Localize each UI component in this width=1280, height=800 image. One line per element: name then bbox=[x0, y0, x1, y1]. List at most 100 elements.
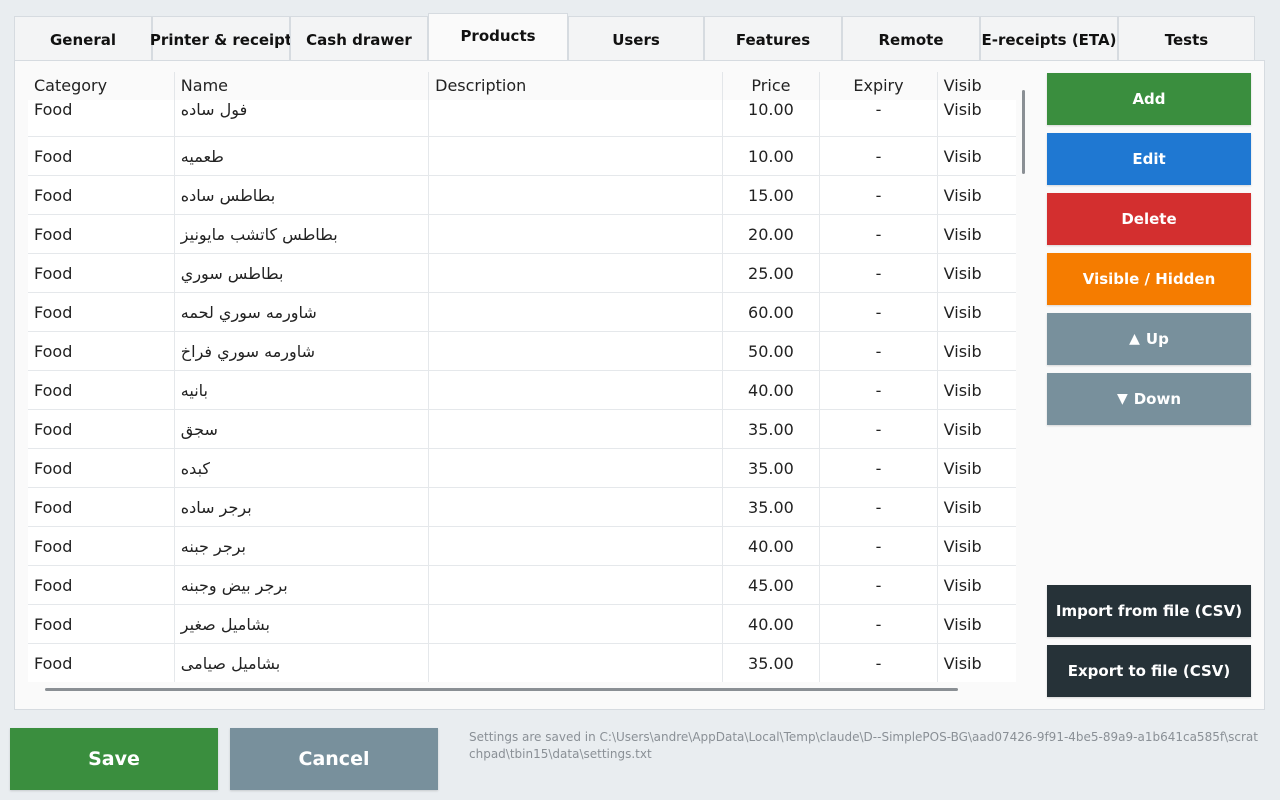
table-row[interactable]: Food بطاطس سوري 25.00- Visib bbox=[28, 254, 1016, 293]
cell-price: 20.00 bbox=[723, 215, 821, 253]
table-body: Food فول ساده 10.00- Visib Food طعميه 10.00- Vi… bbox=[28, 100, 1016, 682]
import-csv-button[interactable]: Import from file (CSV) bbox=[1047, 585, 1251, 637]
cell-visibility: Visib bbox=[943, 458, 982, 478]
column-header-price[interactable]: Price bbox=[723, 72, 821, 100]
cell-expiry: - bbox=[820, 137, 938, 175]
cell-description bbox=[429, 254, 723, 292]
cell-name: سجق bbox=[175, 410, 430, 448]
cell-category: Food bbox=[28, 371, 175, 409]
column-header-description[interactable]: Description bbox=[429, 72, 723, 100]
cell-price: 10.00 bbox=[723, 100, 821, 136]
table-row[interactable]: Food بطاطس كاتشب مايونيز 20.00- Visib bbox=[28, 215, 1016, 254]
cell-description bbox=[429, 332, 723, 370]
table-row[interactable]: Food بشاميل صغير 40.00- Visib bbox=[28, 605, 1016, 644]
save-button[interactable]: Save bbox=[10, 728, 218, 790]
move-down-button[interactable]: ▼ Down bbox=[1047, 373, 1251, 425]
cell-price: 40.00 bbox=[723, 371, 821, 409]
cell-price: 40.00 bbox=[723, 605, 821, 643]
table-row[interactable]: Food برجر جبنه 40.00- Visib bbox=[28, 527, 1016, 566]
cell-visibility: Visib bbox=[943, 575, 982, 595]
cell-category: Food bbox=[28, 176, 175, 214]
horizontal-scrollbar[interactable] bbox=[45, 688, 958, 691]
vertical-scrollbar[interactable] bbox=[1022, 90, 1025, 174]
cell-price: 60.00 bbox=[723, 293, 821, 331]
edit-button[interactable]: Edit bbox=[1047, 133, 1251, 185]
cell-name: بانيه bbox=[175, 371, 430, 409]
table-row[interactable]: Food بشاميل صيامى 35.00- Visib bbox=[28, 644, 1016, 682]
cell-visibility: Visib bbox=[943, 536, 982, 556]
cell-name: شاورمه سوري فراخ bbox=[175, 332, 430, 370]
tab-printer-receipt[interactable]: Printer & receipt bbox=[150, 16, 292, 62]
tab-products[interactable]: Products bbox=[428, 13, 568, 62]
cell-price: 25.00 bbox=[723, 254, 821, 292]
table-row[interactable]: Food طعميه 10.00- Visib bbox=[28, 137, 1016, 176]
visible-hidden-button[interactable]: Visible / Hidden bbox=[1047, 253, 1251, 305]
cell-visibility: Visib bbox=[943, 263, 982, 283]
cell-expiry: - bbox=[820, 449, 938, 487]
cell-category: Food bbox=[28, 566, 175, 604]
cancel-button-label: Cancel bbox=[298, 748, 370, 770]
delete-button[interactable]: Delete bbox=[1047, 193, 1251, 245]
column-header-visibility[interactable]: Visib bbox=[938, 72, 1016, 100]
tab-e-receipts[interactable]: E-receipts (ETA) bbox=[980, 16, 1118, 62]
table-row[interactable]: Food كبده 35.00- Visib bbox=[28, 449, 1016, 488]
cell-price: 35.00 bbox=[723, 488, 821, 526]
cell-price: 35.00 bbox=[723, 410, 821, 448]
cell-description bbox=[429, 100, 723, 136]
cell-visibility: Visib bbox=[943, 302, 982, 322]
tab-features[interactable]: Features bbox=[704, 16, 842, 62]
cell-name: شاورمه سوري لحمه bbox=[175, 293, 430, 331]
cell-visibility: Visib bbox=[943, 497, 982, 517]
add-button-label: Add bbox=[1132, 90, 1166, 108]
cell-expiry: - bbox=[820, 332, 938, 370]
tab-cash-drawer[interactable]: Cash drawer bbox=[290, 16, 428, 62]
tab-general[interactable]: General bbox=[14, 16, 152, 62]
cancel-button[interactable]: Cancel bbox=[230, 728, 438, 790]
column-header-category[interactable]: Category bbox=[28, 72, 175, 100]
cell-description bbox=[429, 605, 723, 643]
tab-bar: General Printer & receipt Cash drawer Pr… bbox=[14, 13, 1255, 62]
triangle-down-icon: ▼ bbox=[1116, 391, 1128, 407]
cell-expiry: - bbox=[820, 488, 938, 526]
settings-path-note: Settings are saved in C:\Users\andre\App… bbox=[469, 730, 1258, 761]
cell-name: بشاميل صغير bbox=[175, 605, 430, 643]
tab-remote[interactable]: Remote bbox=[842, 16, 980, 62]
move-down-button-label: Down bbox=[1133, 390, 1182, 408]
cell-name: بطاطس سوري bbox=[175, 254, 430, 292]
edit-button-label: Edit bbox=[1132, 150, 1166, 168]
add-button[interactable]: Add bbox=[1047, 73, 1251, 125]
cell-description bbox=[429, 644, 723, 682]
cell-price: 40.00 bbox=[723, 527, 821, 565]
cell-category: Food bbox=[28, 644, 175, 682]
table-row[interactable]: Food سجق 35.00- Visib bbox=[28, 410, 1016, 449]
visible-hidden-button-label: Visible / Hidden bbox=[1082, 270, 1216, 288]
tab-tests[interactable]: Tests bbox=[1118, 16, 1255, 62]
import-csv-button-label: Import from file (CSV) bbox=[1055, 602, 1243, 620]
cell-price: 10.00 bbox=[723, 137, 821, 175]
table-row[interactable]: Food بانيه 40.00- Visib bbox=[28, 371, 1016, 410]
cell-expiry: - bbox=[820, 605, 938, 643]
cell-description bbox=[429, 371, 723, 409]
export-csv-button-label: Export to file (CSV) bbox=[1067, 662, 1231, 680]
cell-description bbox=[429, 566, 723, 604]
cell-visibility: Visib bbox=[943, 341, 982, 361]
tab-users[interactable]: Users bbox=[568, 16, 704, 62]
cell-name: برجر ساده bbox=[175, 488, 430, 526]
cell-category: Food bbox=[28, 254, 175, 292]
table-row[interactable]: Food فول ساده 10.00- Visib bbox=[28, 100, 1016, 137]
table-row[interactable]: Food شاورمه سوري لحمه 60.00- Visib bbox=[28, 293, 1016, 332]
table-row[interactable]: Food شاورمه سوري فراخ 50.00- Visib bbox=[28, 332, 1016, 371]
cell-description bbox=[429, 137, 723, 175]
column-header-expiry[interactable]: Expiry bbox=[820, 72, 938, 100]
cell-expiry: - bbox=[820, 176, 938, 214]
table-row[interactable]: Food برجر ساده 35.00- Visib bbox=[28, 488, 1016, 527]
column-header-name[interactable]: Name bbox=[175, 72, 430, 100]
table-row[interactable]: Food برجر بيض وجبنه 45.00- Visib bbox=[28, 566, 1016, 605]
table-row[interactable]: Food بطاطس ساده 15.00- Visib bbox=[28, 176, 1016, 215]
cell-expiry: - bbox=[820, 527, 938, 565]
move-up-button[interactable]: ▲ Up bbox=[1047, 313, 1251, 365]
export-csv-button[interactable]: Export to file (CSV) bbox=[1047, 645, 1251, 697]
cell-name: برجر جبنه bbox=[175, 527, 430, 565]
cell-expiry: - bbox=[820, 293, 938, 331]
cell-price: 35.00 bbox=[723, 644, 821, 682]
